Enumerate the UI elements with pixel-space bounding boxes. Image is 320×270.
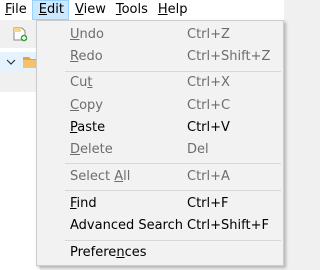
menu-tools[interactable]: Tools (110, 0, 152, 20)
new-document-icon[interactable] (12, 26, 28, 42)
menu-item-undo-label-post: ndo (79, 27, 104, 42)
menu-item-preferences-mnemonic: n (116, 245, 125, 260)
menu-view-mnemonic: V (74, 2, 84, 17)
menu-item-redo-shortcut: Ctrl+Shift+Z (187, 49, 271, 64)
menu-item-preferences[interactable]: Preferences (37, 242, 283, 264)
menu-item-delete-label: Delete (70, 139, 113, 161)
menu-item-copy[interactable]: Copy Ctrl+C (37, 95, 283, 117)
menu-help[interactable]: Help (152, 0, 192, 20)
menu-item-cut-label-pre: Cu (70, 75, 88, 90)
toolbar (0, 20, 40, 48)
menu-item-preferences-label-pre: Prefere (70, 245, 117, 260)
menu-item-find-label-post: ind (76, 196, 97, 211)
tree-row-background (0, 72, 40, 92)
menu-view[interactable]: View (69, 0, 110, 20)
menu-item-redo-label: Redo (70, 46, 103, 68)
menu-separator (65, 163, 281, 164)
menu-item-cut[interactable]: Cut Ctrl+X (37, 72, 283, 94)
menu-item-find[interactable]: Find Ctrl+F (37, 193, 283, 215)
menu-item-copy-label-post: opy (79, 98, 103, 113)
menu-item-undo-label: Undo (70, 24, 104, 46)
menu-item-undo[interactable]: Undo Ctrl+Z (37, 24, 283, 46)
menu-item-copy-mnemonic: C (70, 98, 80, 113)
menu-item-select-all-label: Select All (70, 166, 130, 188)
menu-separator (65, 190, 281, 191)
menu-item-select-all[interactable]: Select All Ctrl+A (37, 166, 283, 188)
menu-help-label: elp (167, 2, 188, 17)
menu-edit-label: dit (47, 2, 64, 17)
menu-item-paste-label: Paste (70, 117, 105, 139)
menu-help-mnemonic: H (157, 2, 168, 17)
menu-item-delete-shortcut: Del (187, 142, 209, 157)
menu-edit-mnemonic: E (38, 2, 47, 17)
menu-item-select-all-label-post: ll (123, 169, 131, 184)
menu-file[interactable]: File (0, 0, 32, 20)
menu-item-undo-mnemonic: U (70, 27, 80, 42)
menu-item-delete[interactable]: Delete Del (37, 139, 283, 161)
menu-bar: File Edit View Tools Help (0, 0, 284, 20)
edit-menu-dropdown: Undo Ctrl+Z Redo Ctrl+Shift+Z Cut Ctrl+X… (36, 20, 284, 266)
menu-item-find-label: Find (70, 193, 97, 215)
menu-item-copy-label: Copy (70, 95, 103, 117)
menu-item-select-all-shortcut: Ctrl+A (187, 169, 230, 184)
menu-item-advanced-search-shortcut: Ctrl+Shift+F (187, 218, 269, 233)
menu-separator (65, 240, 281, 241)
menu-item-advanced-search[interactable]: Advanced Search Ctrl+Shift+F (37, 215, 283, 237)
menu-item-paste-shortcut: Ctrl+V (187, 120, 230, 135)
menu-item-advanced-search-label: Advanced Search (70, 218, 184, 233)
menu-item-cut-label: Cut (70, 72, 92, 94)
menu-item-select-all-mnemonic: A (114, 169, 124, 184)
menu-view-label: iew (83, 2, 106, 17)
menu-item-undo-shortcut: Ctrl+Z (187, 27, 230, 42)
menu-tools-label: ools (121, 2, 148, 17)
menu-edit[interactable]: Edit (31, 0, 69, 20)
menu-item-preferences-label: Preferences (70, 242, 146, 264)
menu-item-delete-mnemonic: D (70, 142, 81, 157)
menu-file-label: ile (11, 2, 27, 17)
menu-item-redo-label-post: edo (78, 49, 103, 64)
tree-panel (0, 48, 40, 270)
chevron-down-icon[interactable] (4, 55, 18, 69)
menu-item-paste[interactable]: Paste Ctrl+V (37, 117, 283, 139)
menu-item-find-shortcut: Ctrl+F (187, 196, 229, 211)
menu-item-delete-label-post: elete (80, 142, 113, 157)
menu-item-select-all-label-pre: Select (70, 169, 115, 184)
menu-item-cut-shortcut: Ctrl+X (187, 75, 230, 90)
tree-row[interactable] (0, 52, 40, 72)
menu-item-preferences-label-post: ces (124, 245, 147, 260)
menu-item-redo[interactable]: Redo Ctrl+Shift+Z (37, 46, 283, 68)
menu-item-paste-label-post: aste (77, 120, 106, 135)
menu-item-copy-shortcut: Ctrl+C (187, 98, 231, 113)
menu-item-cut-mnemonic: t (87, 75, 93, 90)
